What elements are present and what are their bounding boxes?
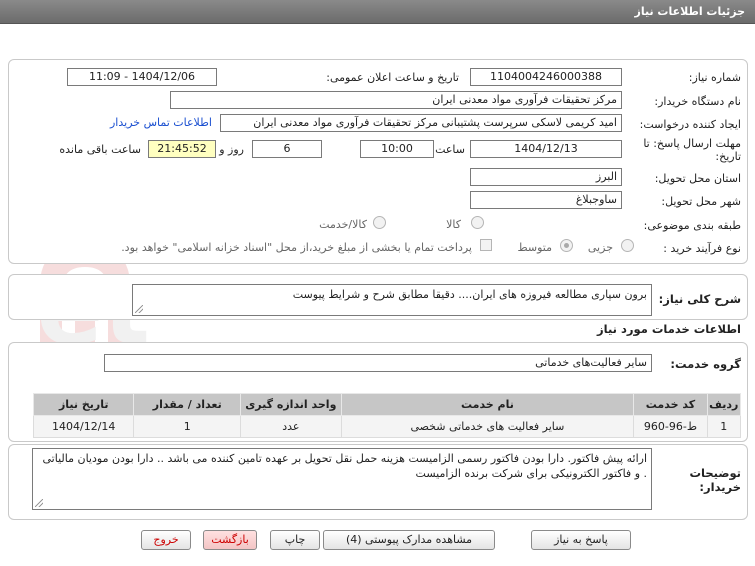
col-code: کد خدمت: [633, 393, 708, 416]
announce-label: تاریخ و ساعت اعلان عمومی:: [326, 71, 459, 84]
treasury-payment-checkbox[interactable]: [480, 239, 492, 251]
city-field: ساوجبلاغ: [470, 191, 622, 209]
table-row: 1 ط-96-960 سایر فعالیت های خدماتی شخصی ع…: [32, 415, 742, 438]
deadline-label-date: تاریخ:: [715, 150, 741, 163]
buyer-notes-text: ارائه پیش فاکتور. دارا بودن فاکتور رسمی …: [42, 452, 648, 480]
process-medium-radio[interactable]: [560, 239, 573, 252]
remaining-time-field: 21:45:52: [148, 140, 216, 158]
buyer-org-field: مرکز تحقیقات فرآوری مواد معدنی ایران: [170, 91, 622, 109]
category-goods-service-label: کالا/خدمت: [319, 218, 367, 231]
process-label: نوع فرآیند خرید :: [663, 242, 741, 255]
exit-button[interactable]: خروج: [141, 530, 191, 550]
cell-row: 1: [706, 415, 742, 438]
notes-label: توضیحات: [689, 466, 742, 480]
summary-textarea[interactable]: برون سپاری مطالعه فیروزه های ایران.... د…: [132, 284, 652, 316]
announce-date-field: 1404/12/06 - 11:09: [67, 68, 217, 86]
category-goods-service-radio[interactable]: [373, 216, 386, 229]
notes-label-buyer: خریدار:: [699, 480, 741, 494]
view-attachments-button[interactable]: مشاهده مدارک پیوستی (4): [323, 530, 495, 550]
service-group-field: سایر فعالیت‌های خدماتی: [104, 354, 652, 372]
deadline-time-label: ساعت: [435, 143, 465, 156]
treasury-payment-text: پرداخت تمام یا بخشی از مبلغ خرید،از محل …: [121, 241, 472, 254]
province-label: استان محل تحویل:: [654, 172, 741, 185]
col-qty: تعداد / مقدار: [133, 393, 242, 416]
category-goods-label: کالا: [446, 218, 461, 231]
buyer-org-label: نام دستگاه خریدار:: [654, 95, 741, 108]
page-title: جزئیات اطلاعات نیاز: [634, 5, 746, 18]
need-number-field: 1104004246000388: [470, 68, 622, 86]
process-medium-label: متوسط: [517, 241, 552, 254]
days-remaining-field: 6: [252, 140, 322, 158]
cell-date: 1404/12/14: [32, 415, 135, 438]
col-unit: واحد اندازه گیری: [240, 393, 342, 416]
days-label: روز و: [219, 143, 244, 156]
need-number-label: شماره نیاز:: [688, 71, 741, 84]
cell-qty: 1: [133, 415, 242, 438]
back-button[interactable]: بازگشت: [203, 530, 257, 550]
title-bar: جزئیات اطلاعات نیاز: [0, 0, 755, 24]
deadline-label: مهلت ارسال پاسخ: تا: [643, 137, 741, 150]
print-button[interactable]: چاپ: [270, 530, 320, 550]
deadline-time-field: 10:00: [360, 140, 434, 158]
form-panel: [8, 59, 748, 264]
deadline-date-field: 1404/12/13: [470, 140, 622, 158]
resize-handle-icon[interactable]: [135, 305, 143, 313]
province-field: البرز: [470, 168, 622, 186]
buyer-contact-link[interactable]: اطلاعات تماس خریدار: [110, 116, 212, 129]
col-name: نام خدمت: [340, 393, 635, 416]
requester-label: ایجاد کننده درخواست:: [639, 118, 741, 131]
services-table: ردیف کد خدمت نام خدمت واحد اندازه گیری ت…: [32, 393, 742, 438]
cell-unit: عدد: [240, 415, 342, 438]
requester-field: امید کریمی لاسکی سرپرست پشتیبانی مرکز تح…: [220, 114, 622, 132]
buyer-notes-textarea[interactable]: ارائه پیش فاکتور. دارا بودن فاکتور رسمی …: [32, 448, 652, 510]
col-date: تاریخ نیاز: [32, 393, 135, 416]
category-goods-radio[interactable]: [471, 216, 484, 229]
process-minor-label: جزیی: [587, 241, 613, 254]
city-label: شهر محل تحویل:: [661, 195, 741, 208]
summary-label: شرح کلی نیاز:: [658, 292, 741, 306]
reply-button[interactable]: پاسخ به نیاز: [531, 530, 631, 550]
cell-code: ط-96-960: [633, 415, 708, 438]
services-section-title: اطلاعات خدمات مورد نیاز: [597, 322, 741, 336]
col-row: ردیف: [706, 393, 742, 416]
process-minor-radio[interactable]: [621, 239, 634, 252]
cell-name: سایر فعالیت های خدماتی شخصی: [340, 415, 635, 438]
remaining-time-label: ساعت باقی مانده: [59, 143, 141, 156]
resize-handle-icon[interactable]: [35, 499, 43, 507]
table-header-row: ردیف کد خدمت نام خدمت واحد اندازه گیری ت…: [32, 393, 742, 416]
summary-text: برون سپاری مطالعه فیروزه های ایران.... د…: [292, 288, 647, 301]
category-label: طبقه بندی موضوعی:: [643, 219, 741, 232]
service-group-label: گروه خدمت:: [670, 357, 741, 371]
